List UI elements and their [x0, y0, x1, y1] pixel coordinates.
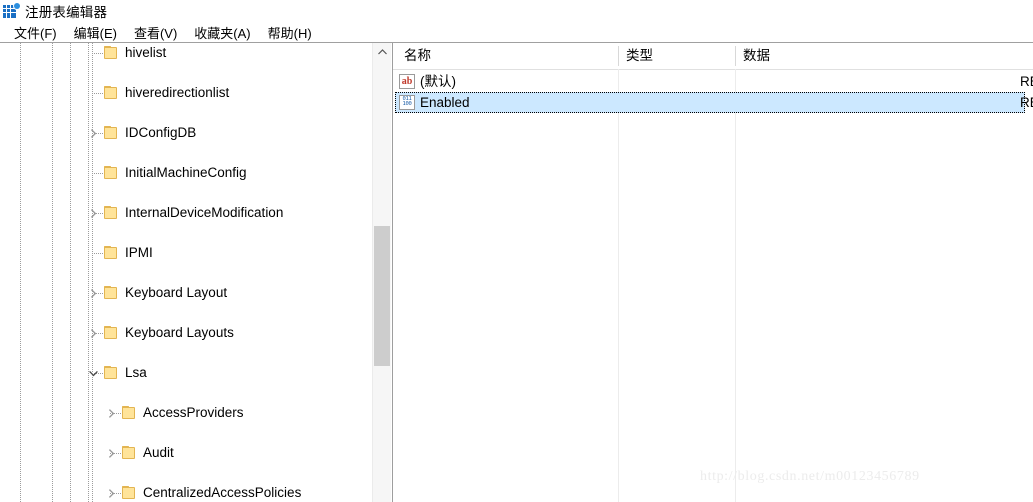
- folder-icon: [121, 406, 137, 420]
- title-bar: 注册表编辑器: [0, 0, 1033, 22]
- dword-value-icon: 011 100: [399, 95, 415, 110]
- chevron-right-icon[interactable]: [104, 443, 118, 463]
- main-content: hivelist hiveredirectionlist IDConfigDB Ini…: [0, 42, 1033, 502]
- tree-node-label[interactable]: CentralizedAccessPolicies: [140, 483, 304, 502]
- tree-node-internaldevicemodification[interactable]: InternalDeviceModification: [0, 203, 372, 223]
- chevron-right-icon[interactable]: [86, 283, 100, 303]
- column-grid-line: [735, 69, 736, 502]
- folder-icon: [103, 126, 119, 140]
- watermark-text: http://blog.csdn.net/m00123456789: [700, 469, 920, 484]
- tree-node-initialmachineconfig[interactable]: InitialMachineConfig: [0, 163, 372, 183]
- registry-tree[interactable]: hivelist hiveredirectionlist IDConfigDB Ini…: [0, 43, 372, 502]
- tree-node-lsa[interactable]: Lsa: [0, 363, 372, 383]
- folder-icon: [121, 446, 137, 460]
- table-row[interactable]: 011 100EnabledREG_DWORD0x00000000 (0): [393, 92, 1033, 113]
- tree-node-hivelist[interactable]: hivelist: [0, 43, 372, 63]
- tree-node-label[interactable]: Keyboard Layouts: [122, 323, 237, 343]
- chevron-up-icon[interactable]: [373, 43, 391, 61]
- folder-icon: [103, 246, 119, 260]
- column-grid-line: [618, 69, 619, 502]
- column-type[interactable]: 类型: [618, 43, 735, 69]
- chevron-right-icon[interactable]: [104, 483, 118, 502]
- string-value-icon: ab: [399, 74, 415, 89]
- folder-icon: [103, 206, 119, 220]
- tree-vertical-scrollbar[interactable]: [372, 43, 391, 502]
- tree-node-accessproviders[interactable]: AccessProviders: [0, 403, 372, 423]
- values-column-header: 名称 类型 数据: [393, 43, 1033, 70]
- tree-node-audit[interactable]: Audit: [0, 443, 372, 463]
- tree-node-label[interactable]: InitialMachineConfig: [122, 163, 250, 183]
- cell-type: REG_DWORD: [1020, 95, 1033, 110]
- folder-icon: [103, 86, 119, 100]
- tree-node-keyboard-layouts[interactable]: Keyboard Layouts: [0, 323, 372, 343]
- tree-node-label[interactable]: IDConfigDB: [122, 123, 199, 143]
- registry-values-pane[interactable]: 名称 类型 数据 ab(默认)REG_SZ(数值未设置)011 100Enabl…: [393, 43, 1033, 502]
- cell-name: Enabled: [420, 95, 470, 110]
- menu-view[interactable]: 查看(V): [126, 22, 186, 43]
- menu-favorites[interactable]: 收藏夹(A): [186, 22, 259, 43]
- chevron-right-icon[interactable]: [86, 203, 100, 223]
- tree-guide-line: [20, 43, 21, 502]
- tree-node-label[interactable]: Lsa: [122, 363, 150, 383]
- folder-icon: [103, 166, 119, 180]
- tree-guide-line: [52, 43, 53, 502]
- chevron-right-icon[interactable]: [104, 403, 118, 423]
- row-selection-highlight: [395, 92, 1025, 113]
- chevron-right-icon[interactable]: [86, 323, 100, 343]
- table-row[interactable]: ab(默认)REG_SZ(数值未设置): [393, 71, 1033, 92]
- menu-edit[interactable]: 编辑(E): [66, 22, 126, 43]
- tree-guide-line: [92, 43, 93, 502]
- folder-icon: [103, 286, 119, 300]
- menu-help[interactable]: 帮助(H): [260, 22, 321, 43]
- tree-node-idconfigdb[interactable]: IDConfigDB: [0, 123, 372, 143]
- tree-node-ipmi[interactable]: IPMI: [0, 243, 372, 263]
- folder-icon: [103, 326, 119, 340]
- tree-node-label[interactable]: hiveredirectionlist: [122, 83, 232, 103]
- chevron-down-icon[interactable]: [86, 363, 100, 383]
- folder-icon: [121, 486, 137, 500]
- cell-type: REG_SZ: [1020, 74, 1033, 89]
- menu-file[interactable]: 文件(F): [6, 22, 66, 43]
- column-data[interactable]: 数据: [735, 43, 1025, 69]
- tree-guide-line: [88, 43, 89, 502]
- tree-node-label[interactable]: IPMI: [122, 243, 156, 263]
- registry-tree-pane[interactable]: hivelist hiveredirectionlist IDConfigDB Ini…: [0, 43, 393, 502]
- tree-scrollbar-thumb[interactable]: [374, 226, 390, 366]
- folder-icon: [103, 366, 119, 380]
- menu-bar: 文件(F) 编辑(E) 查看(V) 收藏夹(A) 帮助(H): [0, 22, 1033, 42]
- chevron-right-icon[interactable]: [86, 123, 100, 143]
- column-name[interactable]: 名称: [396, 43, 614, 69]
- tree-node-label[interactable]: Keyboard Layout: [122, 283, 230, 303]
- cell-name: (默认): [420, 74, 456, 89]
- window-title: 注册表编辑器: [25, 5, 108, 20]
- tree-node-label[interactable]: InternalDeviceModification: [122, 203, 286, 223]
- folder-icon: [103, 46, 119, 60]
- tree-node-label[interactable]: AccessProviders: [140, 403, 247, 423]
- tree-node-hiveredirectionlist[interactable]: hiveredirectionlist: [0, 83, 372, 103]
- tree-node-label[interactable]: Audit: [140, 443, 177, 463]
- tree-node-centralizedaccesspolicies[interactable]: CentralizedAccessPolicies: [0, 483, 372, 502]
- tree-node-keyboard-layout[interactable]: Keyboard Layout: [0, 283, 372, 303]
- tree-node-label[interactable]: hivelist: [122, 43, 169, 63]
- registry-editor-icon: [3, 3, 20, 19]
- tree-guide-line: [70, 43, 71, 502]
